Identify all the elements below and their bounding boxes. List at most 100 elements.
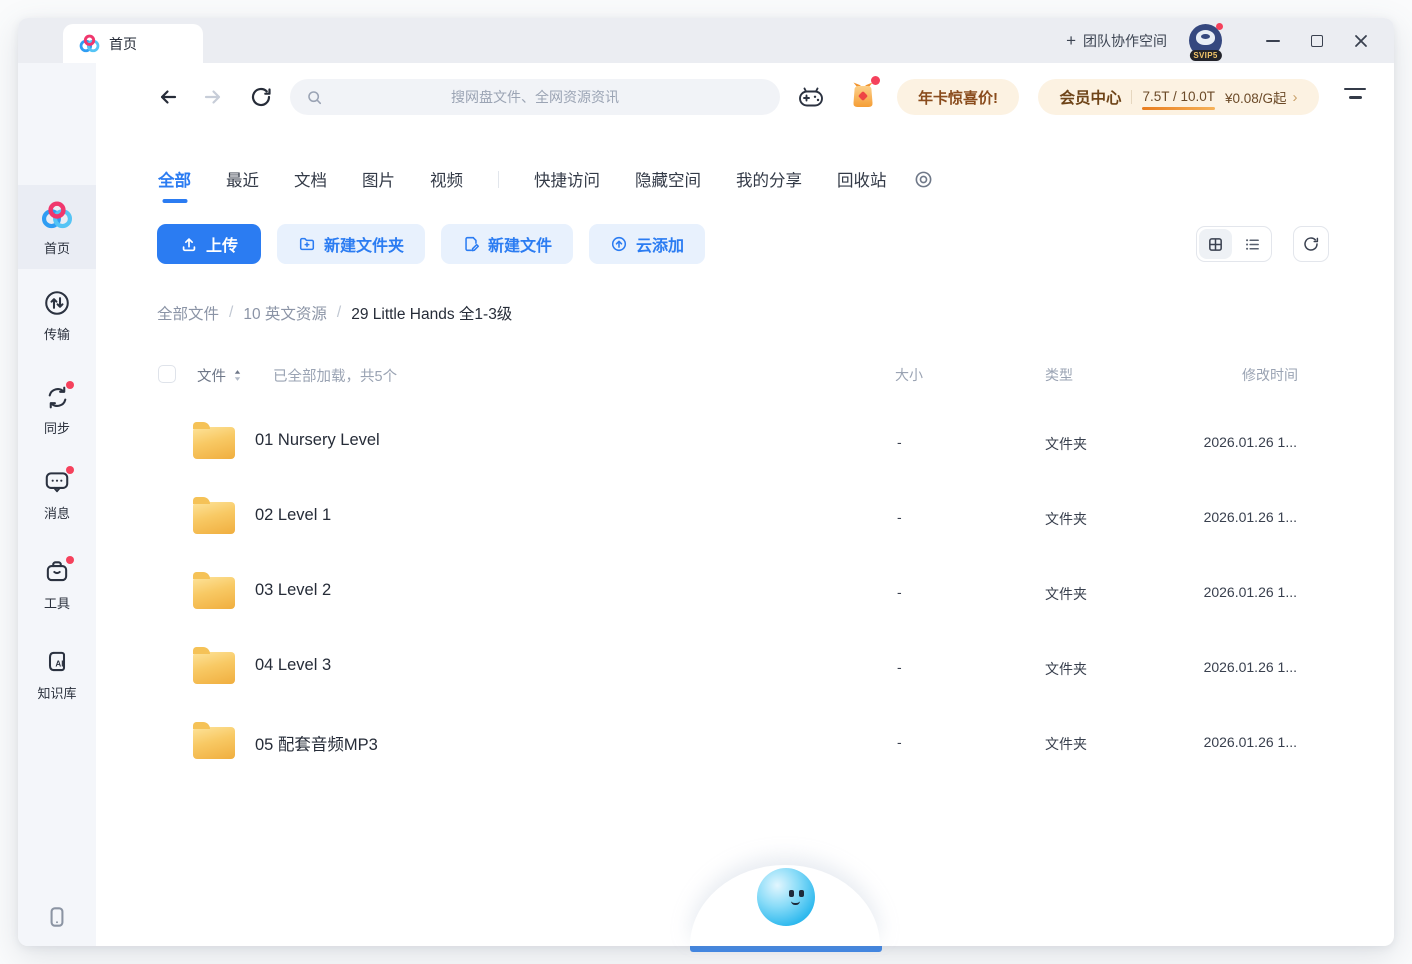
modified-column-header: 修改时间: [1242, 365, 1298, 385]
annual-card-promo-button[interactable]: 年卡惊喜价!: [897, 79, 1019, 115]
maximize-icon: [1311, 35, 1323, 47]
file-name: 01 Nursery Level: [255, 431, 380, 450]
phone-icon: [44, 904, 70, 930]
file-type: 文件夹: [1045, 434, 1087, 454]
grid-view-button[interactable]: [1199, 229, 1232, 259]
new-file-button[interactable]: 新建文件: [441, 224, 573, 264]
sidebar-item-messages[interactable]: 消息: [18, 468, 96, 522]
sidebar-item-tools[interactable]: 工具: [18, 558, 96, 612]
table-row[interactable]: 05 配套音频MP3 - 文件夹 2026.01.26 1...: [157, 703, 1297, 778]
search-bar: [290, 79, 780, 115]
upload-button[interactable]: 上传: [157, 224, 261, 264]
cloud-add-label: 云添加: [636, 232, 684, 256]
refresh-list-button[interactable]: [1293, 226, 1329, 262]
new-folder-icon: [298, 235, 316, 253]
file-modified: 2026.01.26 1...: [1204, 584, 1297, 600]
file-modified: 2026.01.26 1...: [1204, 509, 1297, 525]
file-name: 02 Level 1: [255, 506, 331, 525]
file-type: 文件夹: [1045, 734, 1087, 754]
tab-recent[interactable]: 最近: [226, 167, 259, 191]
folder-icon: [193, 427, 235, 459]
file-column-label: 文件: [197, 365, 226, 386]
folder-icon: [193, 652, 235, 684]
new-folder-button[interactable]: 新建文件夹: [277, 224, 425, 264]
tab-my-shares[interactable]: 我的分享: [736, 167, 802, 191]
sidebar-label: 知识库: [37, 683, 76, 702]
cloud-add-button[interactable]: 云添加: [589, 224, 705, 264]
team-space-button[interactable]: + 团队协作空间: [1066, 31, 1167, 51]
file-name: 04 Level 3: [255, 656, 331, 675]
app-tab-home[interactable]: 首页: [63, 24, 203, 63]
search-input[interactable]: [290, 79, 780, 115]
breadcrumb-separator: /: [337, 304, 341, 322]
more-menu-icon[interactable]: [1344, 88, 1366, 102]
breadcrumb-parent[interactable]: 10 英文资源: [243, 302, 327, 324]
table-row[interactable]: 04 Level 3 - 文件夹 2026.01.26 1...: [157, 628, 1297, 703]
tabs-divider: [498, 171, 499, 188]
games-icon[interactable]: [796, 84, 826, 110]
select-all-checkbox[interactable]: [158, 365, 176, 383]
message-notification-dot: [66, 466, 74, 474]
pill-divider: [1131, 90, 1132, 104]
minimize-button[interactable]: [1256, 24, 1290, 58]
app-window: 首页 + 团队协作空间 SVIP5: [18, 18, 1394, 946]
chevron-right-icon: ›: [1293, 89, 1298, 106]
assistant-mascot-icon[interactable]: [757, 868, 815, 926]
new-file-icon: [462, 235, 480, 253]
upload-label: 上传: [206, 232, 238, 256]
tab-quick-access[interactable]: 快捷访问: [534, 167, 600, 191]
assistant-dock: [690, 865, 880, 946]
table-row[interactable]: 02 Level 1 - 文件夹 2026.01.26 1...: [157, 478, 1297, 553]
promo-label: 年卡惊喜价!: [918, 87, 998, 108]
folder-icon: [193, 727, 235, 759]
sort-icon: [233, 368, 242, 383]
tab-title: 首页: [109, 34, 137, 54]
file-modified: 2026.01.26 1...: [1204, 659, 1297, 675]
breadcrumb-root[interactable]: 全部文件: [157, 302, 219, 324]
table-row[interactable]: 01 Nursery Level - 文件夹 2026.01.26 1...: [157, 403, 1297, 478]
close-icon: [1353, 33, 1369, 49]
sidebar-item-sync[interactable]: 同步: [18, 383, 96, 437]
tab-settings-icon[interactable]: [914, 170, 933, 189]
sync-notification-dot: [66, 381, 74, 389]
user-avatar[interactable]: SVIP5: [1189, 24, 1222, 57]
file-size: -: [897, 659, 902, 675]
maximize-button[interactable]: [1300, 24, 1334, 58]
file-size: -: [897, 584, 902, 600]
sidebar-item-transfer[interactable]: 传输: [18, 289, 96, 343]
file-column-header[interactable]: 文件: [197, 365, 242, 386]
back-icon[interactable]: [156, 85, 180, 109]
tab-pictures[interactable]: 图片: [362, 167, 395, 191]
file-type: 文件夹: [1045, 659, 1087, 679]
table-row[interactable]: 03 Level 2 - 文件夹 2026.01.26 1...: [157, 553, 1297, 628]
title-bar: 首页 + 团队协作空间 SVIP5: [18, 18, 1394, 63]
size-column-header: 大小: [895, 365, 923, 385]
sidebar-item-mobile[interactable]: [18, 904, 96, 930]
sidebar-item-home[interactable]: 首页: [18, 185, 96, 269]
lucky-bag-button[interactable]: [848, 79, 878, 111]
upload-icon: [180, 235, 198, 253]
dock-accent-strip: [690, 945, 882, 952]
mascot-eye: [799, 890, 804, 897]
sidebar-item-knowledge[interactable]: AI 知识库: [18, 648, 96, 702]
member-center-button[interactable]: 会员中心 7.5T / 10.0T ¥0.08/G起 ›: [1038, 79, 1319, 115]
load-status: 已全部加载，共5个: [273, 365, 397, 386]
tab-documents[interactable]: 文档: [294, 167, 327, 191]
sidebar-label: 首页: [44, 238, 70, 257]
storage-usage: 7.5T / 10.0T: [1142, 89, 1215, 106]
file-modified: 2026.01.26 1...: [1204, 734, 1297, 750]
close-button[interactable]: [1344, 24, 1378, 58]
sidebar-label: 传输: [44, 324, 70, 343]
team-space-label: 团队协作空间: [1083, 31, 1167, 51]
tab-videos[interactable]: 视频: [430, 167, 463, 191]
transfer-icon: [43, 289, 71, 317]
tab-all[interactable]: 全部: [158, 167, 191, 191]
file-type: 文件夹: [1045, 509, 1087, 529]
forward-icon[interactable]: [201, 85, 225, 109]
tab-hidden-space[interactable]: 隐藏空间: [635, 167, 701, 191]
tab-recycle-bin[interactable]: 回收站: [837, 167, 887, 191]
refresh-icon[interactable]: [249, 85, 273, 109]
file-name: 03 Level 2: [255, 581, 331, 600]
mascot-eye: [789, 890, 794, 897]
list-view-button[interactable]: [1236, 229, 1269, 259]
